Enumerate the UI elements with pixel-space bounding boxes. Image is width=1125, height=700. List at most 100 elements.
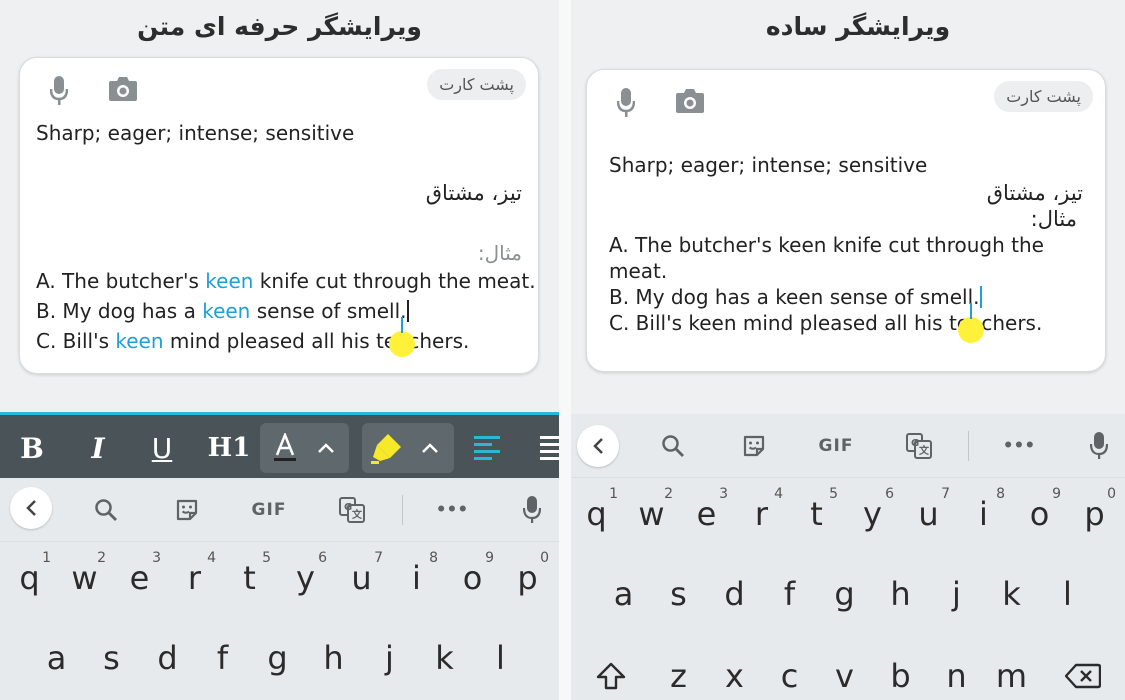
key-e[interactable]: e3 [112, 548, 167, 608]
card-back-tag[interactable]: پشت کارت [994, 81, 1093, 112]
flashcard-editor[interactable]: پشت کارت Sharp; eager; intense; sensitiv… [19, 57, 539, 374]
underline-button[interactable]: U [142, 424, 182, 472]
key-j[interactable]: j [362, 628, 417, 688]
translation-text[interactable]: تیز، مشتاق [987, 180, 1083, 206]
keyboard-mic-icon[interactable] [1081, 414, 1117, 478]
key-y[interactable]: y6 [845, 484, 900, 544]
key-m[interactable]: m [984, 646, 1039, 700]
key-r[interactable]: r4 [167, 548, 222, 608]
search-icon[interactable] [655, 414, 691, 478]
example-line-b[interactable]: B. My dog has a keen sense of smell. [36, 296, 409, 326]
bold-button[interactable]: B [12, 424, 52, 472]
keyboard: GIF G文 ••• q1 w2 e3 r4 t5 y6 u7 i8 o9 p0… [0, 478, 559, 700]
heading-button[interactable]: H1 [206, 424, 252, 472]
italic-button[interactable]: I [78, 424, 118, 472]
example-line-a[interactable]: A. The butcher's keen knife cut through … [36, 266, 536, 296]
text-color-expand-icon[interactable] [310, 431, 342, 465]
shift-icon[interactable] [583, 646, 638, 700]
key-d[interactable]: d [140, 628, 195, 688]
key-u[interactable]: u7 [334, 548, 389, 608]
highlight-expand-icon[interactable] [414, 431, 446, 465]
definition-text[interactable]: Sharp; eager; intense; sensitive [36, 118, 354, 148]
definition-text[interactable]: Sharp; eager; intense; sensitive [609, 152, 927, 178]
formatting-toolbar: B I U H1 [0, 412, 559, 478]
toolbar-separator [968, 431, 969, 461]
key-n[interactable]: n [929, 646, 984, 700]
key-a[interactable]: a [596, 564, 651, 624]
key-b[interactable]: b [873, 646, 928, 700]
search-icon[interactable] [88, 478, 124, 542]
align-justify-icon[interactable] [536, 431, 559, 465]
align-left-icon[interactable] [470, 431, 504, 465]
example-line-a-cont[interactable]: meat. [609, 258, 667, 284]
mic-icon[interactable] [611, 86, 641, 120]
key-a[interactable]: a [29, 628, 84, 688]
key-j[interactable]: j [929, 564, 984, 624]
translate-icon[interactable]: G文 [334, 478, 370, 542]
highlighter-icon[interactable] [368, 429, 406, 467]
key-s[interactable]: s [651, 564, 706, 624]
key-y[interactable]: y6 [278, 548, 333, 608]
camera-icon[interactable] [106, 74, 140, 104]
translate-icon[interactable]: G文 [901, 414, 937, 478]
toolbar-separator [402, 495, 403, 525]
camera-icon[interactable] [673, 86, 707, 116]
key-h[interactable]: h [873, 564, 928, 624]
flashcard-editor-simple[interactable]: پشت کارت Sharp; eager; intense; sensitiv… [586, 69, 1106, 372]
card-back-tag[interactable]: پشت کارت [427, 69, 526, 100]
key-v[interactable]: v [817, 646, 872, 700]
selection-handle[interactable] [958, 303, 984, 343]
key-q[interactable]: q1 [2, 548, 57, 608]
mic-icon[interactable] [44, 74, 74, 108]
key-f[interactable]: f [195, 628, 250, 688]
chevron-left-icon[interactable] [10, 487, 52, 529]
key-k[interactable]: k [417, 628, 472, 688]
keyboard-mic-icon[interactable] [514, 478, 550, 542]
more-options-button[interactable]: ••• [432, 478, 472, 542]
key-t[interactable]: t5 [222, 548, 277, 608]
text-color-icon[interactable] [268, 431, 302, 465]
key-s[interactable]: s [84, 628, 139, 688]
key-q[interactable]: q1 [571, 484, 624, 544]
key-r[interactable]: r4 [734, 484, 789, 544]
key-z[interactable]: z [651, 646, 706, 700]
key-l[interactable]: l [1040, 564, 1095, 624]
key-i[interactable]: i8 [389, 548, 444, 608]
sticker-icon[interactable] [736, 414, 772, 478]
key-g[interactable]: g [817, 564, 872, 624]
key-h[interactable]: h [306, 628, 361, 688]
translation-text[interactable]: تیز، مشتاق [426, 178, 522, 208]
chevron-left-icon[interactable] [577, 425, 619, 467]
example-line-b[interactable]: B. My dog has a keen sense of smell. [609, 284, 982, 310]
key-l[interactable]: l [473, 628, 528, 688]
key-w[interactable]: w2 [624, 484, 679, 544]
key-u[interactable]: u7 [901, 484, 956, 544]
example-line-a[interactable]: A. The butcher's keen knife cut through … [609, 232, 1044, 258]
key-d[interactable]: d [707, 564, 762, 624]
more-options-button[interactable]: ••• [999, 414, 1039, 478]
text-cursor [979, 286, 982, 308]
selection-handle[interactable] [389, 317, 415, 357]
rich-editor-title: ویرایشگر حرفه ای متن [137, 12, 422, 41]
svg-text:G: G [344, 502, 352, 513]
key-t[interactable]: t5 [789, 484, 844, 544]
key-k[interactable]: k [984, 564, 1039, 624]
key-i[interactable]: i8 [956, 484, 1011, 544]
key-o[interactable]: o9 [1012, 484, 1067, 544]
key-f[interactable]: f [762, 564, 817, 624]
gif-button[interactable]: GIF [815, 414, 857, 478]
sticker-icon[interactable] [169, 478, 205, 542]
key-c[interactable]: c [762, 646, 817, 700]
keyboard-suggestion-bar: GIF G文 ••• [571, 414, 1125, 478]
key-o[interactable]: o9 [445, 548, 500, 608]
key-p[interactable]: p0 [500, 548, 555, 608]
key-w[interactable]: w2 [57, 548, 112, 608]
gif-button[interactable]: GIF [248, 478, 290, 542]
key-e[interactable]: e3 [679, 484, 734, 544]
svg-text:G: G [911, 438, 919, 449]
backspace-icon[interactable] [1055, 646, 1110, 700]
key-p[interactable]: p0 [1067, 484, 1122, 544]
svg-text:文: 文 [919, 444, 930, 457]
key-g[interactable]: g [250, 628, 305, 688]
key-x[interactable]: x [707, 646, 762, 700]
